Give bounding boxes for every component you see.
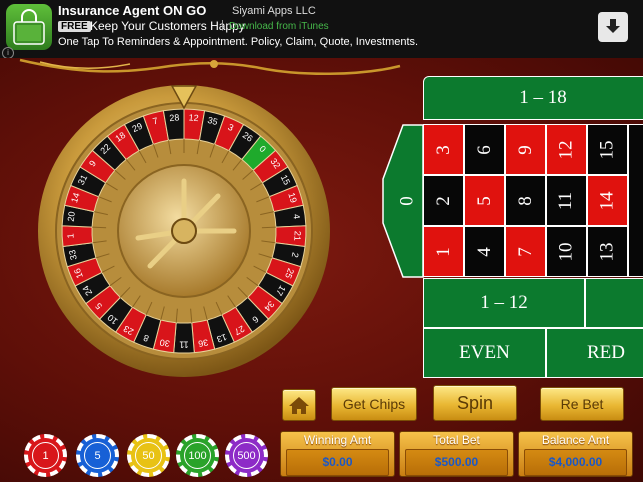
roulette-wheel[interactable]: 0321519421225173462713361130823105241633… xyxy=(38,78,338,378)
download-button[interactable] xyxy=(598,12,628,42)
number-cell-7[interactable]: 7 xyxy=(505,226,546,277)
ad-title: Insurance Agent ON GO xyxy=(58,3,207,18)
itunes-download-link[interactable]: Download from iTunes xyxy=(229,21,329,32)
number-cell-label: 15 xyxy=(596,140,618,159)
wheel-pocket-label: 36 xyxy=(197,337,209,349)
bet-1-12-label: 1 – 12 xyxy=(480,292,528,313)
download-arrow-icon xyxy=(606,19,620,33)
insurance-app-icon[interactable] xyxy=(6,4,52,50)
total-bet-value: $500.00 xyxy=(405,449,508,476)
number-column-overflow[interactable] xyxy=(628,124,643,277)
number-cell-5[interactable]: 5 xyxy=(464,175,505,226)
number-cell-10[interactable]: 10 xyxy=(546,226,587,277)
bet-even-label: EVEN xyxy=(459,342,510,363)
number-cell-label: 5 xyxy=(473,195,495,206)
ad-banner[interactable]: Insurance Agent ON GO Siyami Apps LLC FR… xyxy=(0,0,643,59)
chip-500[interactable]: 500 xyxy=(225,434,268,477)
bet-1-18[interactable]: 1 – 18 xyxy=(423,76,643,120)
wheel-pocket-label: 12 xyxy=(188,112,199,123)
balance-amount-panel: Balance Amt $4,000.00 xyxy=(518,431,633,477)
number-cell-13[interactable]: 13 xyxy=(587,226,628,277)
wheel-pocket-label: 1 xyxy=(65,233,75,238)
ad-developer: Siyami Apps LLC xyxy=(232,5,316,17)
number-cell-label: 13 xyxy=(596,242,618,261)
number-cell-label: 11 xyxy=(555,191,577,210)
chip-value: 1 xyxy=(32,442,59,469)
wheel-pocket-label: 28 xyxy=(169,112,180,123)
home-button[interactable] xyxy=(282,389,316,421)
number-cell-11[interactable]: 11 xyxy=(546,175,587,226)
winning-amount-panel: Winning Amt $0.00 xyxy=(280,431,395,477)
number-cell-14[interactable]: 14 xyxy=(587,175,628,226)
bet-13-24[interactable] xyxy=(585,278,643,328)
balance-amount-value: $4,000.00 xyxy=(524,449,627,476)
number-cell-label: 14 xyxy=(596,191,618,210)
ad-description: One Tap To Reminders & Appointment. Poli… xyxy=(58,36,419,48)
ad-separator: | xyxy=(221,19,224,31)
spin-button[interactable]: Spin xyxy=(433,385,517,421)
chip-value: 500 xyxy=(233,442,260,469)
chip-5[interactable]: 5 xyxy=(76,434,119,477)
wheel-separator xyxy=(261,226,276,229)
number-cell-9[interactable]: 9 xyxy=(505,124,546,175)
number-cell-label: 1 xyxy=(432,246,454,257)
total-bet-label: Total Bet xyxy=(433,433,480,447)
number-cell-label: 6 xyxy=(473,144,495,155)
number-cell-label: 9 xyxy=(514,144,536,155)
number-cell-label: 7 xyxy=(514,246,536,257)
winning-amount-label: Winning Amt xyxy=(303,433,372,447)
chip-1[interactable]: 1 xyxy=(24,434,67,477)
number-cell-label: 3 xyxy=(432,144,454,155)
free-badge: FREE xyxy=(58,21,91,32)
number-cell-4[interactable]: 4 xyxy=(464,226,505,277)
number-cell-15[interactable]: 15 xyxy=(587,124,628,175)
wheel-pocket-label: 21 xyxy=(292,231,302,241)
wheel-hub xyxy=(171,218,197,244)
number-cell-label: 10 xyxy=(555,242,577,261)
home-icon xyxy=(289,397,309,414)
number-cell-3[interactable]: 3 xyxy=(423,124,464,175)
winning-amount-value: $0.00 xyxy=(286,449,389,476)
wheel-pocket-label: 20 xyxy=(66,211,77,222)
number-cell-1[interactable]: 1 xyxy=(423,226,464,277)
wheel-separator xyxy=(92,226,107,229)
bet-1-12[interactable]: 1 – 12 xyxy=(423,278,585,328)
gold-ornament xyxy=(19,58,401,75)
number-cell-label: 4 xyxy=(473,246,495,257)
number-cell-2[interactable]: 2 xyxy=(423,175,464,226)
chip-value: 50 xyxy=(135,442,162,469)
bet-even[interactable]: EVEN xyxy=(423,328,546,378)
wheel-pocket-label: 30 xyxy=(159,337,171,349)
bet-1-18-label: 1 – 18 xyxy=(519,87,567,108)
zero-label: 0 xyxy=(396,196,417,206)
zero-cell[interactable]: 0 xyxy=(381,124,425,278)
bet-red[interactable]: RED xyxy=(546,328,643,378)
rebet-button[interactable]: Re Bet xyxy=(540,387,624,421)
wheel-pocket-label: 33 xyxy=(67,249,79,261)
number-cell-6[interactable]: 6 xyxy=(464,124,505,175)
number-cell-8[interactable]: 8 xyxy=(505,175,546,226)
bet-red-label: RED xyxy=(587,342,625,363)
number-cell-label: 12 xyxy=(555,140,577,159)
wheel-pocket-label: 11 xyxy=(179,340,188,350)
chip-value: 5 xyxy=(84,442,111,469)
chip-50[interactable]: 50 xyxy=(127,434,170,477)
total-bet-panel: Total Bet $500.00 xyxy=(399,431,514,477)
number-cell-label: 8 xyxy=(514,195,536,206)
number-cell-12[interactable]: 12 xyxy=(546,124,587,175)
chip-100[interactable]: 100 xyxy=(176,434,219,477)
get-chips-button[interactable]: Get Chips xyxy=(331,387,417,421)
chip-value: 100 xyxy=(184,442,211,469)
number-cell-label: 2 xyxy=(432,195,454,206)
balance-amount-label: Balance Amt xyxy=(541,433,610,447)
